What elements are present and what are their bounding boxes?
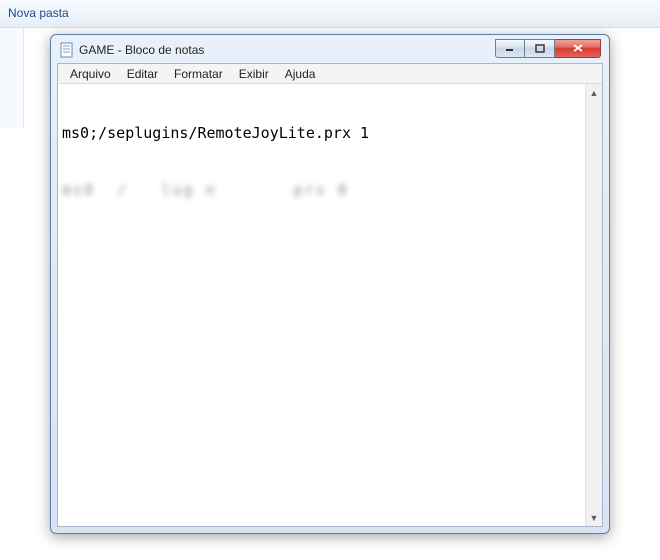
text-line: ms0;/seplugins/RemoteJoyLite.prx 1 (62, 124, 581, 143)
scroll-down-arrow-icon[interactable]: ▼ (586, 509, 602, 526)
text-line-obscured: ms0 / lug n prx 0 (62, 181, 581, 200)
titlebar[interactable]: GAME - Bloco de notas (57, 41, 603, 63)
window-title: GAME - Bloco de notas (79, 43, 495, 57)
vertical-scrollbar[interactable]: ▲ ▼ (585, 84, 602, 526)
window-controls (495, 39, 601, 58)
notepad-icon (59, 42, 75, 58)
menu-edit[interactable]: Editar (119, 66, 166, 82)
close-button[interactable] (555, 39, 601, 58)
menu-view[interactable]: Exibir (231, 66, 277, 82)
menu-help[interactable]: Ajuda (277, 66, 324, 82)
text-editor[interactable]: ms0;/seplugins/RemoteJoyLite.prx 1 ms0 /… (58, 84, 585, 526)
scroll-up-arrow-icon[interactable]: ▲ (586, 84, 602, 101)
editor-wrap: ms0;/seplugins/RemoteJoyLite.prx 1 ms0 /… (58, 84, 602, 526)
menu-format[interactable]: Formatar (166, 66, 231, 82)
menubar: Arquivo Editar Formatar Exibir Ajuda (58, 64, 602, 84)
menu-file[interactable]: Arquivo (62, 66, 119, 82)
breadcrumb[interactable]: Nova pasta (8, 6, 69, 20)
notepad-window: GAME - Bloco de notas Arquivo Editar For… (50, 34, 610, 534)
minimize-button[interactable] (495, 39, 525, 58)
explorer-toolbar: Nova pasta (0, 0, 660, 28)
maximize-button[interactable] (525, 39, 555, 58)
explorer-sidebar (0, 28, 24, 128)
client-area: Arquivo Editar Formatar Exibir Ajuda ms0… (57, 63, 603, 527)
